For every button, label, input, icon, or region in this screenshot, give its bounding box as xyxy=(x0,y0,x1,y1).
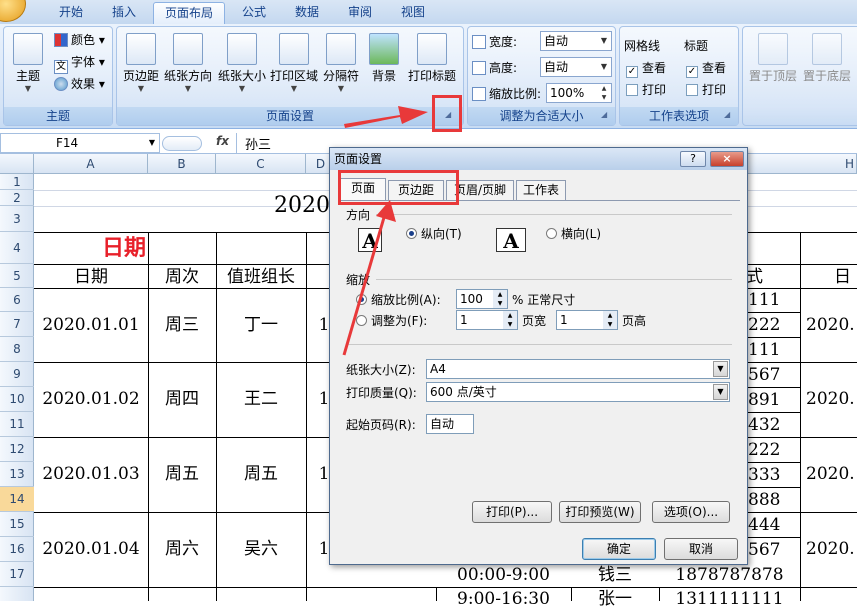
arrow-right-icon xyxy=(344,106,428,128)
arrow-up-icon xyxy=(376,200,396,222)
annotation-arrows xyxy=(342,106,428,356)
arrow-line xyxy=(342,213,387,356)
